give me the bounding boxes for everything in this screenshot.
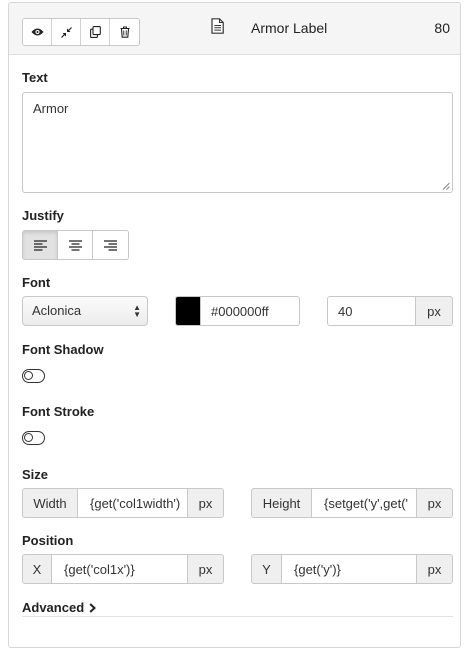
toggle-knob — [24, 371, 33, 380]
y-unit: px — [416, 554, 453, 584]
width-addon: Width — [22, 488, 78, 518]
font-size-input[interactable]: 40 — [327, 296, 416, 326]
x-unit: px — [187, 554, 224, 584]
height-addon: Height — [251, 488, 312, 518]
document-icon — [211, 18, 224, 34]
trash-icon — [120, 26, 129, 38]
align-left-icon — [33, 239, 47, 251]
eye-icon — [31, 28, 43, 36]
height-input[interactable]: {setget('y',get(' — [311, 488, 417, 518]
x-addon: X — [22, 554, 52, 584]
justify-button-group — [22, 230, 129, 260]
text-label: Text — [22, 70, 48, 85]
y-addon: Y — [251, 554, 282, 584]
font-shadow-label: Font Shadow — [22, 342, 104, 357]
align-right-icon — [104, 239, 117, 251]
panel-header: Armor Label 80 — [9, 3, 460, 55]
toggle-knob — [24, 433, 33, 442]
visibility-button[interactable] — [23, 19, 52, 45]
layer-title: Armor Label — [251, 20, 328, 36]
font-family-select[interactable]: Aclonica ▲ ▼ — [22, 296, 148, 326]
collapse-icon — [60, 26, 72, 38]
select-arrows-icon: ▲ ▼ — [133, 303, 141, 319]
justify-center-button[interactable] — [58, 231, 93, 259]
x-input[interactable]: {get('col1x')} — [51, 554, 188, 584]
font-size-unit: px — [415, 296, 453, 326]
delete-button[interactable] — [110, 19, 139, 45]
font-color-swatch[interactable] — [175, 296, 200, 326]
font-stroke-label: Font Stroke — [22, 404, 95, 419]
font-shadow-toggle[interactable] — [22, 369, 45, 383]
text-value: Armor — [33, 101, 69, 116]
justify-right-button[interactable] — [93, 231, 128, 259]
font-stroke-toggle[interactable] — [22, 431, 45, 445]
justify-label: Justify — [22, 208, 64, 223]
text-input[interactable]: Armor — [22, 92, 453, 193]
collapse-button[interactable] — [52, 19, 81, 45]
divider — [22, 616, 453, 617]
duplicate-button[interactable] — [81, 19, 110, 45]
layer-number: 80 — [434, 20, 450, 36]
font-family-value: Aclonica — [32, 303, 82, 318]
height-unit: px — [416, 488, 453, 518]
advanced-label: Advanced — [22, 600, 85, 615]
width-input[interactable]: {get('col1width') — [77, 488, 188, 518]
advanced-toggle[interactable]: Advanced — [22, 600, 97, 615]
justify-left-button[interactable] — [23, 231, 58, 259]
layer-properties-panel: Armor Label 80 Text Armor Justify Font A… — [8, 2, 461, 648]
align-center-icon — [68, 239, 82, 251]
font-color-input[interactable]: #000000ff — [200, 296, 300, 326]
duplicate-icon — [89, 26, 101, 38]
chevron-right-icon — [89, 602, 97, 613]
y-input[interactable]: {get('y')} — [281, 554, 417, 584]
width-unit: px — [187, 488, 224, 518]
resize-grip-icon[interactable] — [442, 182, 450, 190]
font-label: Font — [22, 275, 51, 290]
layer-toolbar — [22, 18, 140, 46]
position-label: Position — [22, 533, 74, 548]
size-label: Size — [22, 467, 49, 482]
